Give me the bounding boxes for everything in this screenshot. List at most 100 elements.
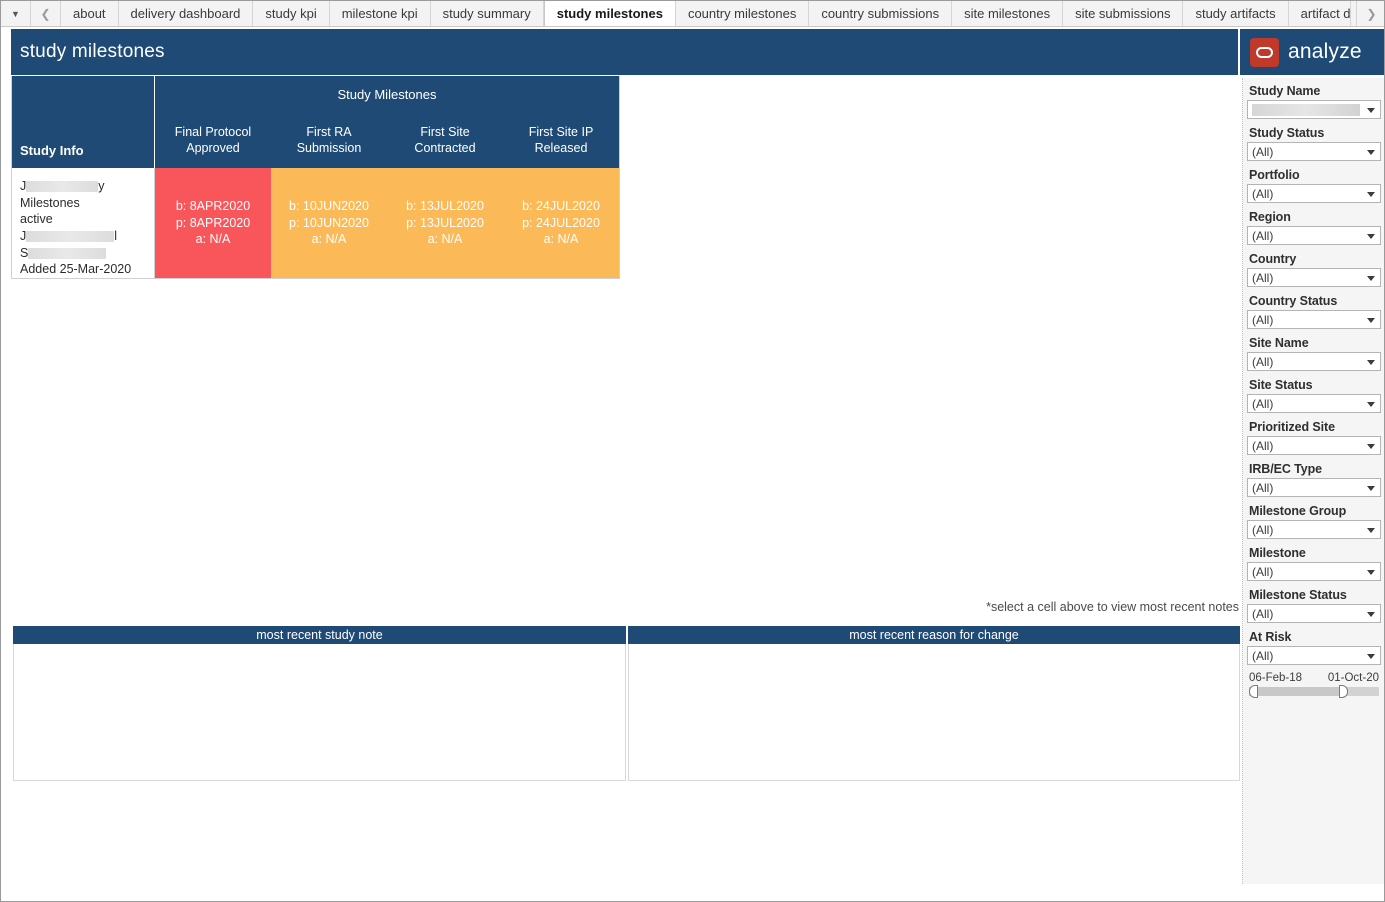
filter-dropdown[interactable]: (All) <box>1247 310 1381 329</box>
milestone-cell-3[interactable]: b: 24JUL2020 p: 24JUL2020 a: N/A <box>503 168 619 278</box>
chevron-down-icon[interactable] <box>1367 527 1375 533</box>
filter-value: (All) <box>1252 438 1274 453</box>
tab-country-milestones[interactable]: country milestones <box>675 1 810 26</box>
milestone-actual-date: a: N/A <box>543 232 579 247</box>
chevron-left-icon[interactable]: ❮ <box>31 1 61 26</box>
filter-label: Site Name <box>1249 336 1309 350</box>
filter-dropdown[interactable]: (All) <box>1247 604 1381 623</box>
tab-site-submissions[interactable]: site submissions <box>1063 1 1184 26</box>
filter-dropdown[interactable]: (All) <box>1247 184 1381 203</box>
filter-dropdown[interactable]: (All) <box>1247 352 1381 371</box>
filter-study-name: Study Name <box>1247 84 1381 119</box>
filter-dropdown[interactable] <box>1247 100 1381 119</box>
filter-value: (All) <box>1252 606 1274 621</box>
chevron-down-icon[interactable] <box>1367 191 1375 197</box>
filter-label: Country <box>1249 252 1297 266</box>
date-range-end: 01-Oct-20 <box>1327 672 1379 684</box>
milestone-actual-date: a: N/A <box>311 232 347 247</box>
tab-delivery-dashboard[interactable]: delivery dashboard <box>118 1 254 26</box>
tab-study-summary[interactable]: study summary <box>430 1 544 26</box>
filter-dropdown[interactable]: (All) <box>1247 478 1381 497</box>
milestone-column-header-0: Final Protocol Approved <box>155 112 271 168</box>
date-range-slider[interactable] <box>1249 685 1379 698</box>
filter-study-status: Study Status (All) <box>1247 126 1381 161</box>
filter-dropdown[interactable]: (All) <box>1247 520 1381 539</box>
date-range-labels: 06-Feb-18 01-Oct-20 <box>1249 672 1379 684</box>
redacted-line-5 <box>28 247 107 259</box>
tab-bar: ▼ ❮ about delivery dashboard study kpi mile… <box>1 1 1384 27</box>
filter-label: Site Status <box>1249 378 1313 392</box>
study-added-date: Added 25-Mar-2020 <box>20 262 132 277</box>
filter-value: (All) <box>1252 564 1274 579</box>
filter-country-status: Country Status (All) <box>1247 294 1381 329</box>
study-name-suffix: y <box>98 179 105 193</box>
tab-study-artifacts[interactable]: study artifacts <box>1183 1 1289 26</box>
milestone-planned-date: p: 24JUL2020 <box>522 215 600 230</box>
filter-label: IRB/EC Type <box>1249 462 1322 476</box>
date-range-start: 06-Feb-18 <box>1249 672 1303 684</box>
chevron-down-icon[interactable] <box>1367 149 1375 155</box>
chevron-down-icon[interactable] <box>1367 359 1375 365</box>
tab-study-milestones[interactable]: study milestones <box>543 1 676 26</box>
chevron-right-icon[interactable]: ❯ <box>1356 1 1384 26</box>
chevron-down-icon[interactable] <box>1367 611 1375 617</box>
chevron-down-icon[interactable] <box>1367 233 1375 239</box>
tab-site-milestones[interactable]: site milestones <box>952 1 1064 26</box>
study-info-cell[interactable]: Jy Milestones active Jl S Added 25-Mar-2… <box>12 168 155 278</box>
filter-value: (All) <box>1252 228 1274 243</box>
filter-dropdown[interactable]: (All) <box>1247 394 1381 413</box>
filter-dropdown[interactable]: (All) <box>1247 268 1381 287</box>
milestone-cell-1[interactable]: b: 10JUN2020 p: 10JUN2020 a: N/A <box>271 168 387 278</box>
tab-study-kpi[interactable]: study kpi <box>253 1 330 26</box>
page-title: study milestones <box>20 41 165 62</box>
reason-panel-title: most recent reason for change <box>628 626 1240 644</box>
study-name-line: Jy <box>20 178 148 195</box>
column-header-study-info: Study Info <box>12 76 155 168</box>
chevron-down-icon[interactable] <box>1367 443 1375 449</box>
date-range-filter: 06-Feb-18 01-Oct-20 <box>1247 672 1381 698</box>
milestone-cell-0[interactable]: b: 8APR2020 p: 8APR2020 a: N/A <box>155 168 271 278</box>
tab-country-submissions[interactable]: country submissions <box>809 1 953 26</box>
milestone-actual-date: a: N/A <box>427 232 463 247</box>
filter-label: Region <box>1249 210 1291 224</box>
tab-milestone-kpi[interactable]: milestone kpi <box>329 1 431 26</box>
filter-label: Milestone <box>1249 546 1306 560</box>
filter-dropdown[interactable]: (All) <box>1247 142 1381 161</box>
tab-list-dropdown-icon[interactable]: ▼ <box>1 1 31 26</box>
milestone-planned-date: p: 13JUL2020 <box>406 215 484 230</box>
study-milestones-table: Study Info Study Milestones Final Protoc… <box>11 76 620 279</box>
date-range-handle-start[interactable] <box>1249 685 1258 698</box>
filter-dropdown[interactable]: (All) <box>1247 226 1381 245</box>
milestone-planned-date: p: 8APR2020 <box>175 215 251 230</box>
filter-milestone-group: Milestone Group (All) <box>1247 504 1381 539</box>
table-header: Study Info Study Milestones Final Protoc… <box>12 76 619 168</box>
filter-dropdown[interactable]: (All) <box>1247 646 1381 665</box>
page-title-bar: study milestones <box>11 29 1238 75</box>
filter-dropdown[interactable]: (All) <box>1247 436 1381 455</box>
reason-panel-body[interactable] <box>628 644 1240 781</box>
chevron-down-icon[interactable] <box>1367 653 1375 659</box>
chevron-down-icon[interactable] <box>1367 401 1375 407</box>
tab-artifact-d[interactable]: artifact d <box>1288 1 1351 26</box>
milestone-column-header-2: First Site Contracted <box>387 112 503 168</box>
tab-list: about delivery dashboard study kpi mileston… <box>61 1 1351 26</box>
filter-label: Milestone Status <box>1249 588 1347 602</box>
milestone-cell-2[interactable]: b: 13JUL2020 p: 13JUL2020 a: N/A <box>387 168 503 278</box>
filter-country: Country (All) <box>1247 252 1381 287</box>
filter-milestone: Milestone (All) <box>1247 546 1381 581</box>
chevron-down-icon[interactable] <box>1367 275 1375 281</box>
filter-dropdown[interactable]: (All) <box>1247 562 1381 581</box>
chevron-down-icon[interactable] <box>1367 317 1375 323</box>
table-row: Jy Milestones active Jl S Added 25-Mar-2… <box>12 168 619 278</box>
filter-label: Study Status <box>1249 126 1325 140</box>
filter-site-status: Site Status (All) <box>1247 378 1381 413</box>
chevron-down-icon[interactable] <box>1367 107 1375 113</box>
chevron-down-icon[interactable] <box>1367 569 1375 575</box>
filter-label: Portfolio <box>1249 168 1300 182</box>
tab-about[interactable]: about <box>61 1 119 26</box>
chevron-down-icon[interactable] <box>1367 485 1375 491</box>
date-range-handle-end[interactable] <box>1338 685 1348 698</box>
filter-prioritized-site: Prioritized Site (All) <box>1247 420 1381 455</box>
study-note-panel-body[interactable] <box>13 644 626 781</box>
milestone-actual-date: a: N/A <box>195 232 231 247</box>
